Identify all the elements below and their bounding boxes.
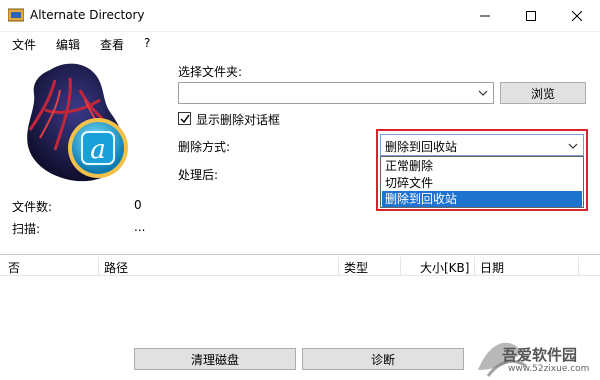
watermark-text: 吾爱软件园 xyxy=(502,346,578,364)
chevron-down-icon xyxy=(478,90,488,96)
diagnose-button[interactable]: 诊断 xyxy=(302,348,464,370)
menu-help[interactable]: ? xyxy=(144,36,150,50)
delete-method-label: 删除方式: xyxy=(178,140,231,154)
minimize-button[interactable] xyxy=(462,0,508,32)
option-recycle-bin[interactable]: 删除到回收站 xyxy=(382,191,582,207)
clean-disk-button[interactable]: 清理磁盘 xyxy=(134,348,296,370)
svg-text:a: a xyxy=(90,135,106,165)
app-logo: a xyxy=(27,63,128,182)
maximize-button[interactable] xyxy=(508,0,554,32)
browse-button-label: 浏览 xyxy=(530,86,555,101)
results-list-header: 否 路径 类型 大小[KB] 日期 xyxy=(0,254,600,276)
minimize-icon xyxy=(480,15,490,17)
scan-value: ... xyxy=(134,220,146,234)
window-title: Alternate Directory xyxy=(30,8,145,22)
after-processing-label: 处理后: xyxy=(178,168,219,182)
close-icon xyxy=(572,11,582,21)
checkmark-icon xyxy=(180,114,190,124)
app-icon xyxy=(8,8,24,22)
files-count-label: 文件数: xyxy=(12,200,53,214)
maximize-icon xyxy=(526,11,536,21)
column-divider xyxy=(474,257,475,275)
column-type[interactable]: 类型 xyxy=(344,259,368,276)
folder-combobox[interactable] xyxy=(178,82,494,104)
option-normal-delete[interactable]: 正常删除 xyxy=(382,158,582,174)
delete-method-selected-value: 删除到回收站 xyxy=(385,140,458,154)
column-date[interactable]: 日期 xyxy=(480,259,504,276)
show-dialog-label: 显示删除对话框 xyxy=(196,113,281,127)
delete-method-options: 正常删除 切碎文件 删除到回收站 xyxy=(380,156,584,208)
option-shred-files[interactable]: 切碎文件 xyxy=(382,175,582,191)
show-dialog-checkbox[interactable] xyxy=(178,112,191,125)
menu-bar: 文件 编辑 查看 ? xyxy=(0,32,600,54)
diagnose-label: 诊断 xyxy=(370,352,395,367)
chevron-down-icon xyxy=(568,143,578,149)
column-size[interactable]: 大小[KB] xyxy=(420,259,469,276)
close-button[interactable] xyxy=(554,0,600,32)
column-path[interactable]: 路径 xyxy=(104,259,128,276)
menu-edit[interactable]: 编辑 xyxy=(56,36,80,53)
scan-label: 扫描: xyxy=(12,222,41,236)
browse-button[interactable]: 浏览 xyxy=(500,82,586,104)
menu-view[interactable]: 查看 xyxy=(100,36,124,53)
title-bar: Alternate Directory xyxy=(0,0,600,32)
menu-file[interactable]: 文件 xyxy=(12,36,36,53)
column-divider xyxy=(400,257,401,275)
column-divider xyxy=(98,257,99,275)
column-divider xyxy=(578,257,579,275)
column-divider xyxy=(338,257,339,275)
delete-method-select[interactable]: 删除到回收站 xyxy=(380,134,584,156)
files-count-value: 0 xyxy=(134,198,142,212)
folder-label: 选择文件夹: xyxy=(178,65,243,79)
column-no[interactable]: 否 xyxy=(8,259,20,276)
watermark-url: www.52zixue.com xyxy=(508,364,590,374)
clean-disk-label: 清理磁盘 xyxy=(190,352,239,367)
